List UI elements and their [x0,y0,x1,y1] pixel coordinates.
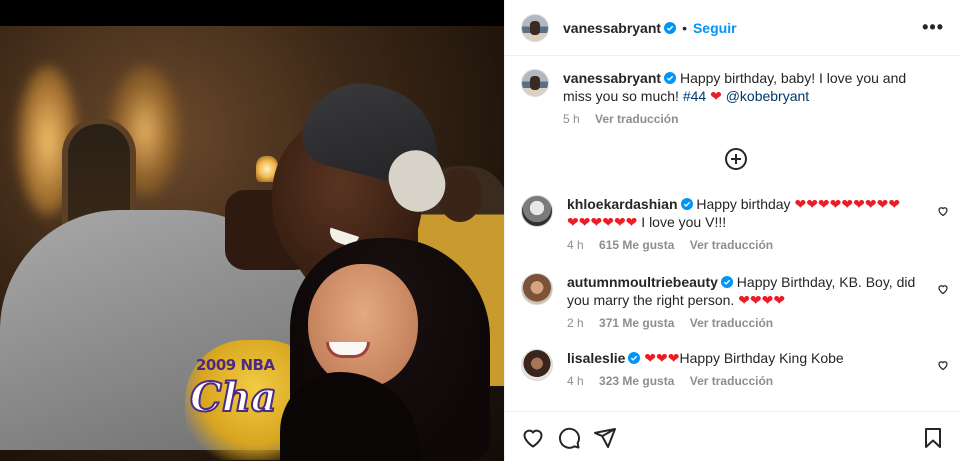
translate-link[interactable]: Ver traducción [690,238,773,252]
post-photo[interactable]: 2009 NBA Cha [0,0,504,461]
comment-meta: 4 h 323 Me gusta Ver traducción [567,373,844,389]
separator-dot: • [682,19,687,36]
like-comment-heart-icon[interactable] [937,205,949,217]
avatar[interactable] [521,195,553,227]
shirt-script: Cha [189,373,278,422]
comment-likes[interactable]: 323 Me gusta [599,374,674,388]
comment-text-continued: ❤❤❤❤❤❤ I love you V!!! [567,214,727,230]
more-options-icon[interactable]: ••• [922,18,944,36]
avatar[interactable] [521,13,549,42]
follow-button[interactable]: Seguir [693,20,737,36]
share-icon[interactable] [593,426,617,450]
like-comment-heart-icon[interactable] [937,359,949,371]
avatar[interactable] [521,69,549,97]
comment-item: khloekardashian Happy birthday ❤❤❤❤❤❤❤❤❤… [521,195,931,253]
comment-username[interactable]: lisaleslie [567,350,625,366]
avatar[interactable] [521,273,553,305]
comments-list[interactable]: vanessabryant Happy birthday, baby! I lo… [505,57,960,411]
heart-emoji: ❤ [710,88,722,104]
comment-item: lisaleslie ❤❤❤Happy Birthday King Kobe 4… [521,349,931,389]
hashtag-link[interactable]: #44 [683,88,706,104]
caption: vanessabryant Happy birthday, baby! I lo… [521,69,931,127]
verified-badge-icon [664,72,677,84]
comment-time[interactable]: 4 h [567,374,584,388]
caption-username[interactable]: vanessabryant [563,70,661,86]
shirt-text: 2009 NBA [196,356,275,374]
translate-link[interactable]: Ver traducción [690,316,773,330]
comment-time[interactable]: 2 h [567,316,584,330]
comment-icon[interactable] [557,426,581,450]
comment-likes[interactable]: 615 Me gusta [599,238,674,252]
verified-badge-icon [628,352,641,364]
post-header: vanessabryant • Seguir ••• [505,0,960,56]
post-side-panel: vanessabryant • Seguir ••• vanessabryant… [504,0,960,461]
comment-username[interactable]: autumnmoultriebeauty [567,274,718,290]
comment-time[interactable]: 4 h [567,238,584,252]
avatar[interactable] [521,349,553,381]
like-comment-heart-icon[interactable] [937,283,949,295]
action-bar [505,411,960,461]
mention-link[interactable]: @kobebryant [726,88,809,104]
comment-item: autumnmoultriebeauty Happy Birthday, KB.… [521,273,931,331]
comment-text: ❤❤❤Happy Birthday King Kobe [644,350,844,366]
caption-time[interactable]: 5 h [563,112,580,126]
caption-meta: 5 h Ver traducción [563,111,931,127]
instagram-post: 2009 NBA Cha vanessabryant • Seguir ••• … [0,0,960,461]
comment-username[interactable]: khloekardashian [567,196,678,212]
author-username[interactable]: vanessabryant [563,20,661,36]
verified-badge-icon [680,198,693,210]
comment-meta: 4 h 615 Me gusta Ver traducción [567,237,900,253]
comment-meta: 2 h 371 Me gusta Ver traducción [567,315,931,331]
woman-face [308,264,418,388]
heart-icon[interactable] [521,426,545,450]
translate-link[interactable]: Ver traducción [690,374,773,388]
verified-badge-icon [664,21,677,34]
translate-link[interactable]: Ver traducción [595,112,678,126]
bookmark-icon[interactable] [921,426,945,450]
comment-likes[interactable]: 371 Me gusta [599,316,674,330]
comment-text: Happy birthday ❤❤❤❤❤❤❤❤❤ [696,196,901,212]
load-more-comments-icon[interactable] [724,147,748,171]
background-person-head [438,168,482,222]
verified-badge-icon [720,276,733,288]
photo-top-bar [0,0,504,26]
